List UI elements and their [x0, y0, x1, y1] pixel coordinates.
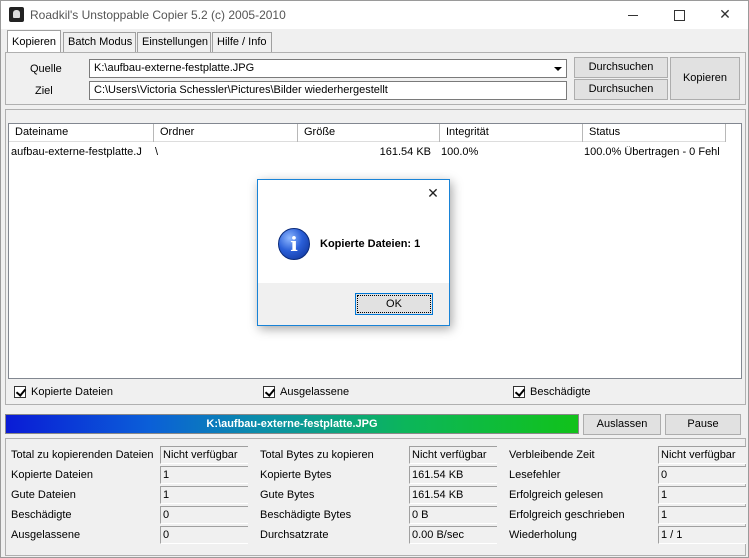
dialog-close-button[interactable]: ✕ [423, 183, 443, 203]
progress-bar: K:\aufbau-externe-festplatte.JPG [5, 414, 579, 434]
copy-button[interactable]: Kopieren [670, 57, 740, 100]
col-dateiname[interactable]: Dateiname [9, 124, 154, 142]
stat-value: 0 B [409, 506, 497, 524]
stat-label: Beschädigte Bytes [260, 509, 352, 521]
row-folder: \ [155, 146, 159, 158]
tab-einstellungen[interactable]: Einstellungen [137, 32, 211, 52]
source-value: K:\aufbau-externe-festplatte.JPG [94, 62, 255, 74]
title-bar: Roadkil's Unstoppable Copier 5.2 (c) 200… [1, 1, 748, 29]
stat-value: 0 [658, 466, 746, 484]
stat-label: Erfolgreich geschrieben [509, 509, 625, 521]
stat-value: 161.54 KB [409, 466, 497, 484]
list-header: Dateiname Ordner Größe Integrität Status [9, 124, 726, 142]
dialog-footer: OK [258, 283, 449, 325]
stat-label: Total zu kopierenden Dateien [11, 449, 154, 461]
ok-button-label: OK [357, 295, 431, 313]
stat-value: 0 [160, 506, 248, 524]
pause-button[interactable]: Pause [665, 414, 741, 435]
col-status[interactable]: Status [583, 124, 726, 142]
checkbox-damaged[interactable] [513, 386, 525, 398]
main-window: Roadkil's Unstoppable Copier 5.2 (c) 200… [0, 0, 749, 558]
stat-value: 0 [160, 526, 248, 544]
browse-target-button[interactable]: Durchsuchen [574, 79, 668, 100]
stat-value: 1 [658, 486, 746, 504]
stat-value: Nicht verfügbar [658, 446, 746, 464]
stat-value: 1 [160, 466, 248, 484]
target-field[interactable]: C:\Users\Victoria Schessler\Pictures\Bil… [89, 81, 567, 100]
stat-label: Gute Dateien [11, 489, 76, 501]
stat-label: Beschädigte [11, 509, 72, 521]
row-size: 161.54 KB [379, 146, 431, 158]
stat-label: Durchsatzrate [260, 529, 329, 541]
message-dialog: ✕ i Kopierte Dateien: 1 OK [257, 179, 450, 326]
col-integritaet[interactable]: Integrität [440, 124, 583, 142]
source-label: Quelle [30, 63, 62, 75]
tab-batch-modus[interactable]: Batch Modus [63, 32, 136, 52]
info-icon: i [278, 228, 310, 260]
stat-value: 161.54 KB [409, 486, 497, 504]
stat-value: 1 [160, 486, 248, 504]
tab-hilfe-info[interactable]: Hilfe / Info [212, 32, 272, 52]
checkbox-damaged-label: Beschädigte [530, 386, 591, 398]
stat-label: Verbleibende Zeit [509, 449, 595, 461]
stat-value: 1 [658, 506, 746, 524]
target-value: C:\Users\Victoria Schessler\Pictures\Bil… [94, 84, 388, 96]
chevron-down-icon[interactable] [550, 61, 565, 76]
close-button[interactable]: ✕ [702, 1, 748, 29]
target-label: Ziel [35, 85, 53, 97]
minimize-button[interactable] [610, 1, 656, 29]
checkbox-skipped-label: Ausgelassene [280, 386, 350, 398]
checkbox-copied[interactable] [14, 386, 26, 398]
stat-label: Gute Bytes [260, 489, 315, 501]
stat-label: Kopierte Dateien [11, 469, 93, 481]
row-integrity: 100.0% [441, 146, 479, 158]
checkbox-copied-label: Kopierte Dateien [31, 386, 113, 398]
stat-label: Erfolgreich gelesen [509, 489, 604, 501]
skip-button[interactable]: Auslassen [583, 414, 661, 435]
stat-value: Nicht verfügbar [409, 446, 497, 464]
stat-value: 1 / 1 [658, 526, 746, 544]
stat-value: 0.00 B/sec [409, 526, 497, 544]
col-groesse[interactable]: Größe [298, 124, 440, 142]
maximize-button[interactable] [656, 1, 702, 29]
checkbox-skipped[interactable] [263, 386, 275, 398]
stat-label: Total Bytes zu kopieren [260, 449, 374, 461]
source-combo[interactable]: K:\aufbau-externe-festplatte.JPG [89, 59, 567, 78]
browse-source-button[interactable]: Durchsuchen [574, 57, 668, 78]
row-status: 100.0% Übertragen - 0 Fehl [584, 146, 720, 158]
stat-label: Lesefehler [509, 469, 561, 481]
stat-label: Kopierte Bytes [260, 469, 332, 481]
col-ordner[interactable]: Ordner [154, 124, 298, 142]
progress-label: K:\aufbau-externe-festplatte.JPG [206, 418, 378, 430]
window-title: Roadkil's Unstoppable Copier 5.2 (c) 200… [30, 8, 286, 22]
tab-kopieren[interactable]: Kopieren [7, 30, 61, 52]
dialog-title-bar: ✕ [258, 180, 449, 206]
stat-label: Wiederholung [509, 529, 577, 541]
dialog-message: Kopierte Dateien: 1 [320, 238, 421, 250]
row-filename[interactable]: aufbau-externe-festplatte.J [11, 146, 152, 158]
stat-value: Nicht verfügbar [160, 446, 248, 464]
stat-label: Ausgelassene [11, 529, 81, 541]
app-icon [9, 7, 24, 22]
ok-button[interactable]: OK [355, 293, 433, 315]
